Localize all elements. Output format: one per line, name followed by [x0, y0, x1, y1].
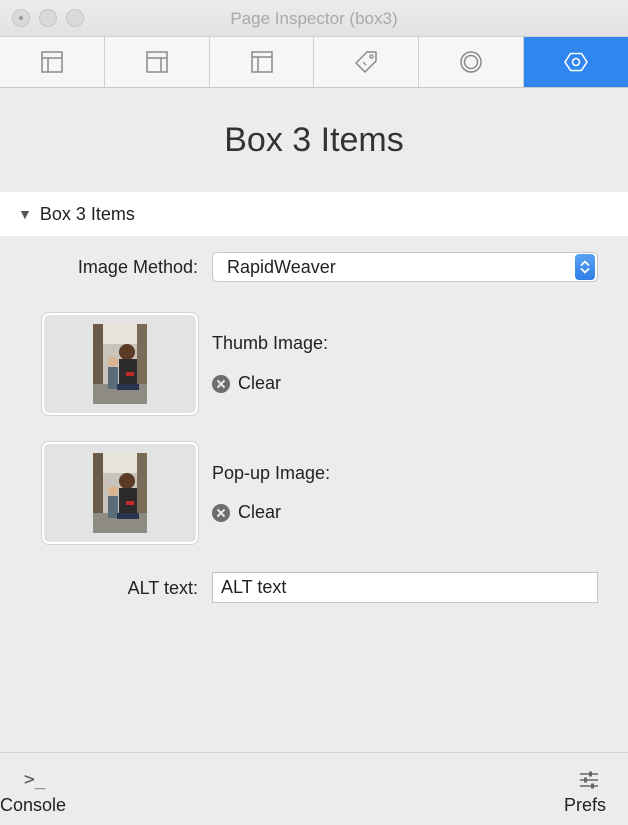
prefs-button[interactable]: Prefs — [548, 761, 628, 821]
title-bar: Page Inspector (box3) — [0, 0, 628, 36]
layout-header-icon — [250, 51, 273, 73]
inspector-footer: >_ Console Prefs — [0, 752, 628, 825]
disclosure-triangle-icon[interactable]: ▼ — [18, 206, 32, 222]
tab-meta-tags[interactable] — [314, 37, 420, 87]
inspector-header: Box 3 Items — [0, 88, 628, 192]
inspector-tab-bar — [0, 36, 628, 88]
circle-icon — [460, 51, 482, 73]
clear-x-icon — [212, 503, 230, 522]
image-method-popup[interactable]: RapidWeaver — [212, 252, 598, 282]
image-method-label: Image Method: — [77, 257, 198, 277]
section-title: Box 3 Items — [39, 203, 135, 224]
prefs-label: Prefs — [563, 795, 606, 815]
alt-text-input[interactable] — [219, 576, 597, 599]
image-method-value: RapidWeaver — [227, 256, 336, 277]
console-label: Console — [0, 795, 67, 815]
tab-page-sidebar[interactable] — [105, 37, 210, 87]
alt-text-label: ALT text: — [127, 578, 198, 598]
console-button[interactable]: >_ Console — [0, 761, 100, 821]
thumb-image-photo — [93, 324, 147, 404]
thumb-clear-label: Clear — [238, 373, 282, 393]
thumb-image-label: Thumb Image: — [212, 333, 329, 353]
tab-page-header[interactable] — [210, 37, 315, 87]
popup-clear-button[interactable]: Clear — [212, 502, 281, 523]
popup-clear-label: Clear — [238, 502, 282, 522]
layout-icon — [41, 51, 63, 73]
tag-icon — [355, 51, 378, 73]
section-disclosure[interactable]: ▼ Box 3 Items — [0, 192, 628, 236]
tab-page-layout[interactable] — [0, 37, 105, 87]
popup-image-well[interactable] — [42, 442, 198, 544]
terminal-prompt-icon: >_ — [24, 769, 46, 790]
window-title: Page Inspector (box3) — [230, 9, 398, 28]
page-inspector-window: Page Inspector (box3) Box 3 Items ▼ Box … — [0, 0, 628, 825]
alt-text-field[interactable] — [212, 572, 598, 603]
popup-image-label: Pop-up Image: — [212, 463, 331, 483]
thumb-image-well[interactable] — [42, 313, 198, 415]
popup-image-photo — [93, 453, 147, 533]
clear-x-icon — [212, 374, 230, 393]
thumb-clear-button[interactable]: Clear — [212, 373, 281, 394]
sliders-icon — [580, 771, 598, 789]
header-title: Box 3 Items — [224, 120, 404, 159]
hexagon-icon — [564, 52, 588, 72]
layout-sidebar-icon — [145, 51, 168, 73]
tab-stack-settings[interactable] — [524, 37, 628, 87]
chevron-up-down-icon — [575, 254, 595, 280]
tab-styles[interactable] — [419, 37, 525, 87]
